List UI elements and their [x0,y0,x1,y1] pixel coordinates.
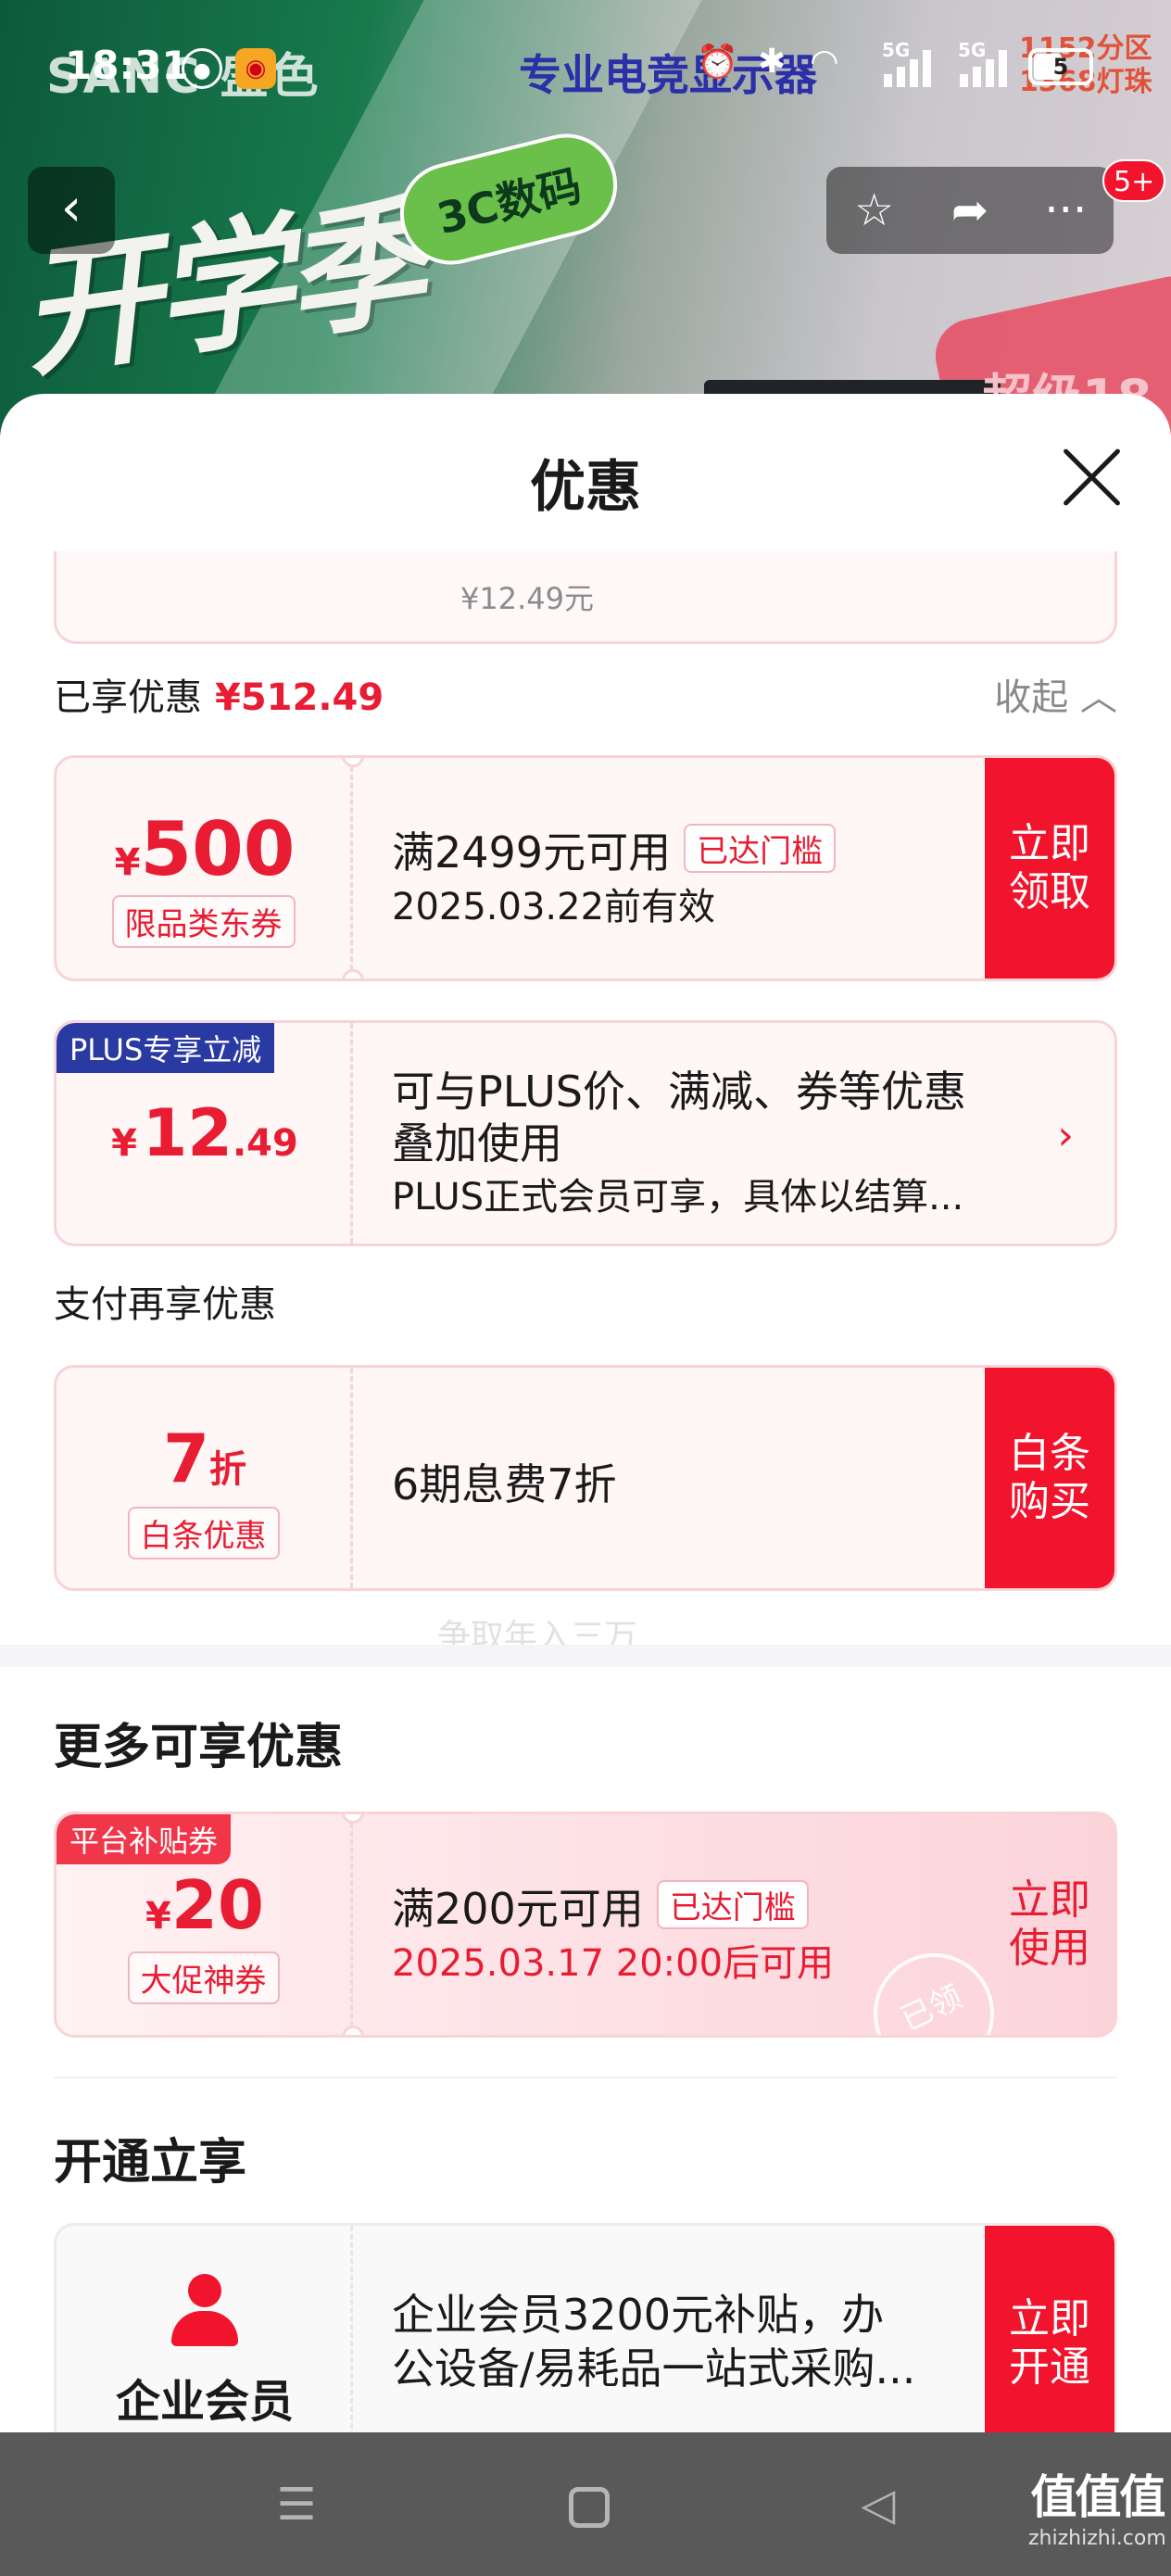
enterprise-line2: 公设备/易耗品一站式采购... [392,2343,916,2393]
baitiao-buy-button[interactable]: 白条购买 [985,1368,1114,1588]
baitiao-card: 7折 白条优惠 6期息费7折 白条购买 [54,1365,1117,1591]
sheet-title: 优惠 [530,455,641,520]
site-watermark-en: zhizhizhi.com [1028,2527,1166,2550]
system-nav-bar: ☰ ◁ 值值值 zhizhizhi.com [0,2432,1171,2576]
platform-condition-text: 满200元可用 [392,1884,644,1934]
enterprise-line1: 企业会员3200元补贴，办 [392,2290,885,2340]
coupon-notch-bottom [342,2026,364,2035]
notification-badge: 5+ [1102,159,1166,202]
threshold-badge: 已达门槛 [684,824,837,873]
use-button-label: 立即使用 [1009,1876,1090,1972]
coupon-details: 满2499元可用 已达门槛 2025.03.22前有效 [392,758,1022,979]
coupon-condition: 满2499元可用 已达门槛 [392,819,837,880]
enjoyed-amount: ¥512.49 [215,676,384,719]
bluetooth-icon: ✱ [758,43,787,81]
open-membership-button[interactable]: 立即开通 [985,2226,1114,2432]
status-bar: 18:31 ● ◉ ⏰ ✱ ◠ 5G 5G 5 [0,35,1171,100]
weibo-icon: ◉ [235,48,276,89]
coupon-notch-bottom [342,969,364,979]
enjoyed-label: 已享优惠 ¥512.49 [54,676,384,719]
enjoyed-label-text: 已享优惠 [54,676,202,719]
plus-corner-tag: PLUS专享立减 [57,1023,275,1073]
back-triangle-icon[interactable]: ◁ [850,2479,906,2534]
baitiao-amount: 7折 [57,1420,353,1497]
platform-amount: ¥20 [57,1866,353,1944]
plus-amount-int: 12 [142,1095,233,1171]
coupon-value: 500 [140,806,296,892]
baitiao-unit: 折 [209,1448,247,1491]
claim-button-label: 立即领取 [1009,820,1090,915]
yen-symbol: ¥ [111,1122,137,1165]
enterprise-label: 企业会员 [115,2376,294,2428]
alarm-icon: ⏰ [697,44,738,82]
baitiao-details: 6期息费7折 [392,1368,1022,1588]
status-time: 18:31 [65,43,189,88]
threshold-badge: 已达门槛 [656,1880,809,1929]
chevron-up-icon: ︿ [1080,676,1117,719]
open-button-label: 立即开通 [1009,2295,1090,2391]
enjoyed-discount-row: 已享优惠 ¥512.49 收起 ︿ [54,667,1117,723]
close-icon[interactable] [1056,442,1127,512]
baitiao-left: 7折 白条优惠 [57,1368,353,1588]
top-action-group: ☆ ➦ ··· [826,167,1114,254]
yen-symbol: ¥ [145,1895,171,1938]
previous-coupon-card: ¥12.49元 [54,551,1117,644]
baitiao-line1: 6期息费7折 [392,1459,617,1509]
favorite-icon[interactable]: ☆ [833,184,916,236]
use-coupon-button[interactable]: 立即使用 [985,1814,1114,2035]
collapse-label: 收起 [994,676,1069,719]
yen-symbol: ¥ [114,841,141,884]
previous-card-amount: ¥12.49元 [460,581,594,616]
section-separator [54,2077,1117,2078]
enterprise-left: 企业会员 [57,2226,353,2432]
platform-value: 20 [170,1866,265,1944]
user-icon [168,2274,242,2348]
wifi-icon: ◠ [812,43,837,81]
site-watermark-zh: 值值值 [1030,2470,1165,2524]
battery-icon: 5 [1028,48,1093,85]
share-icon[interactable]: ➦ [928,184,1012,236]
plus-discount-card[interactable]: ¥ 12.49 PLUS专享立减 可与PLUS价、满减、券等优惠 叠加使用 PL… [54,1020,1117,1246]
plus-line2: 叠加使用 [392,1118,562,1168]
coupon-type-tag: 限品类东券 [111,895,296,948]
baitiao-tag: 白条优惠 [127,1507,280,1559]
coupon-amount: ¥500 [57,806,353,892]
coupon-condition-text: 满2499元可用 [392,827,672,878]
plus-amount-dec: .49 [232,1122,298,1165]
platform-coupon-card: ¥20 大促神券 平台补贴券 满200元可用 已达门槛 2025.03.17 20… [54,1812,1117,2038]
baitiao-button-label: 白条购买 [1009,1430,1090,1525]
site-watermark: 值值值 zhizhizhi.com [1028,2460,1166,2550]
home-icon[interactable] [561,2479,617,2534]
open-membership-heading: 开通立享 [54,2135,247,2191]
enterprise-member-card: 企业会员 企业会员3200元补贴，办 公设备/易耗品一站式采购... 立即开通 [54,2223,1117,2432]
platform-corner-tag: 平台补贴券 [57,1814,232,1864]
plus-line3: PLUS正式会员可享，具体以结算... [392,1176,964,1219]
plus-amount: ¥ 12.49 [57,1095,353,1171]
battery-level: 5 [1052,54,1069,80]
baitiao-value: 7 [162,1420,210,1497]
chevron-right-icon: › [1057,1112,1074,1159]
platform-tag: 大促神券 [127,1951,280,2004]
coupon-validity: 2025.03.22前有效 [392,886,716,928]
wechat-icon: ● [182,48,222,89]
more-icon[interactable]: ··· [1024,184,1107,236]
platform-condition: 满200元可用 已达门槛 [392,1875,809,1937]
signal-2-icon [956,46,1008,87]
payment-section-row: 支付再享优惠 [54,1274,1117,1330]
more-discounts-heading: 更多可享优惠 [54,1720,344,1775]
back-button[interactable]: ‹ [28,167,115,254]
discount-sheet: 优惠 ¥12.49元 已享优惠 ¥512.49 收起 ︿ ¥500 限品类东券 满… [0,394,1171,2432]
coupon-left: ¥500 限品类东券 [57,758,353,979]
plus-details: 可与PLUS价、满减、券等优惠 叠加使用 PLUS正式会员可享，具体以结算... [392,1023,1022,1244]
signal-1-icon [880,46,932,87]
claim-coupon-button[interactable]: 立即领取 [985,758,1114,979]
collapse-toggle[interactable]: 收起 ︿ [994,667,1117,721]
enterprise-details: 企业会员3200元补贴，办 公设备/易耗品一站式采购... [392,2226,1022,2432]
platform-validity: 2025.03.17 20:00后可用 [392,1942,835,1985]
coupon-card-jd: ¥500 限品类东券 满2499元可用 已达门槛 2025.03.22前有效 立即… [54,755,1117,981]
menu-icon[interactable]: ☰ [269,2479,324,2534]
section-divider [0,1645,1171,1667]
payment-section-label: 支付再享优惠 [54,1283,276,1326]
